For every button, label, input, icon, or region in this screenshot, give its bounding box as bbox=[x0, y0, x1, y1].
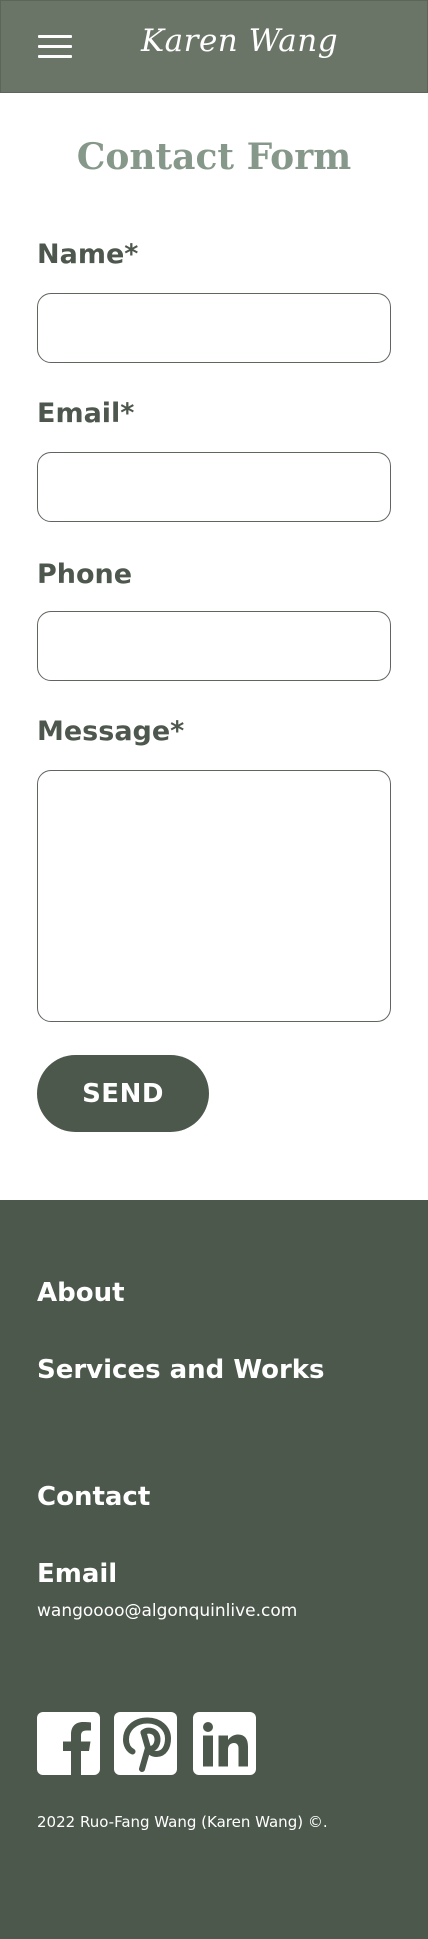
pinterest-icon[interactable] bbox=[114, 1712, 177, 1775]
send-button[interactable]: SEND bbox=[37, 1055, 209, 1132]
footer-link-about[interactable]: About bbox=[37, 1278, 125, 1308]
page-title: Contact Form bbox=[76, 136, 352, 178]
phone-label: Phone bbox=[37, 559, 133, 590]
footer-email-heading: Email bbox=[37, 1559, 118, 1589]
footer-link-contact[interactable]: Contact bbox=[37, 1482, 150, 1512]
name-input[interactable] bbox=[37, 293, 391, 363]
message-label: Message* bbox=[37, 716, 185, 747]
phone-input[interactable] bbox=[37, 611, 391, 681]
facebook-icon[interactable] bbox=[37, 1712, 100, 1775]
email-label: Email* bbox=[37, 398, 135, 429]
footer-link-services[interactable]: Services and Works bbox=[37, 1355, 325, 1385]
linkedin-icon[interactable] bbox=[193, 1712, 256, 1775]
copyright-text: 2022 Ruo-Fang Wang (Karen Wang) ©. bbox=[37, 1813, 328, 1831]
hamburger-menu-icon[interactable] bbox=[38, 35, 72, 59]
site-header: Karen Wang bbox=[0, 0, 428, 93]
site-logo[interactable]: Karen Wang bbox=[141, 23, 338, 59]
email-input[interactable] bbox=[37, 452, 391, 522]
name-label: Name* bbox=[37, 239, 139, 270]
footer-email-address[interactable]: wangoooo@algonquinlive.com bbox=[37, 1601, 297, 1621]
message-textarea[interactable] bbox=[37, 770, 391, 1022]
